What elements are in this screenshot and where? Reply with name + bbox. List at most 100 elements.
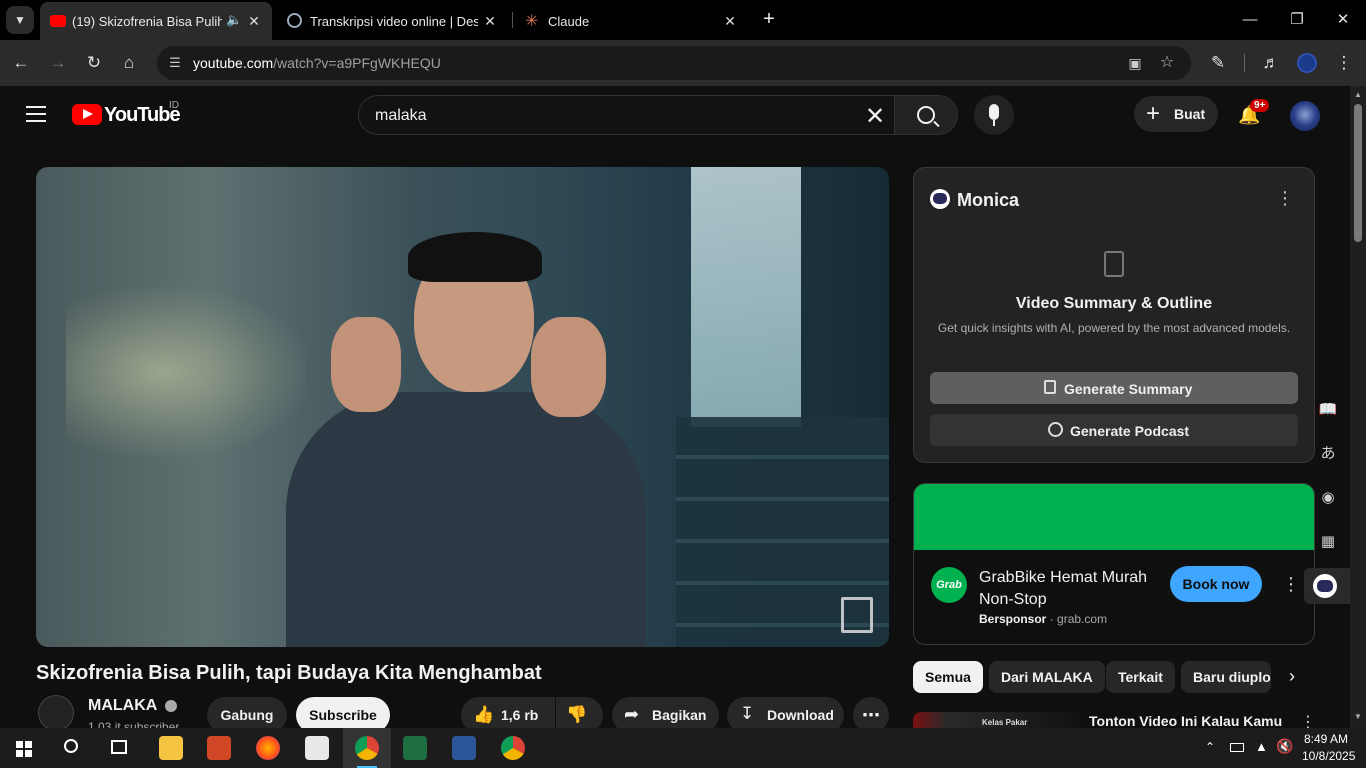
book-now-button[interactable]: Book now: [1170, 566, 1262, 602]
search-icon[interactable]: [64, 739, 78, 753]
ad-meta: Bersponsor · grab.com: [979, 612, 1107, 626]
tab-youtube[interactable]: (19) Skizofrenia Bisa Pulih, t 🔈 ✕: [40, 2, 272, 40]
page-scrollbar[interactable]: ▲ ▼: [1350, 86, 1366, 728]
new-tab-button[interactable]: +: [758, 8, 780, 30]
clear-search-icon[interactable]: ✕: [865, 102, 885, 131]
chip-related[interactable]: Terkait: [1106, 661, 1175, 693]
book-now-label: Book now: [1182, 576, 1250, 592]
sponsored-ad-card[interactable]: Grab GrabBike Hemat Murah Non-Stop Bersp…: [913, 483, 1315, 645]
file-explorer-icon[interactable]: [159, 736, 183, 760]
chip-all[interactable]: Semua: [913, 661, 983, 693]
scroll-down-arrow[interactable]: ▼: [1354, 712, 1362, 721]
url-path: /watch?v=a9PFgWKHEQU: [273, 55, 441, 71]
toolbar-divider: [1244, 54, 1245, 72]
back-icon[interactable]: ←: [10, 52, 32, 74]
more-vertical-icon[interactable]: ⋮: [1300, 712, 1316, 728]
address-bar[interactable]: ☰ youtube.com/watch?v=a9PFgWKHEQU ▣ ☆: [157, 46, 1191, 80]
reload-icon[interactable]: ↻: [83, 52, 105, 74]
window-close-icon[interactable]: ✕: [1333, 10, 1353, 30]
summary-description: Get quick insights with AI, powered by t…: [937, 321, 1291, 335]
document-icon: [1104, 251, 1124, 277]
notifications-button[interactable]: 🔔 9+: [1234, 99, 1270, 128]
generate-podcast-label: Generate Podcast: [1070, 423, 1190, 439]
forward-icon[interactable]: →: [47, 52, 69, 74]
generate-podcast-button[interactable]: Generate Podcast: [930, 414, 1298, 446]
tab-search-button[interactable]: ▼: [6, 6, 34, 34]
clock-time[interactable]: 8:49 AM: [1304, 732, 1348, 746]
chips-next-icon[interactable]: ›: [1282, 666, 1302, 690]
extensions-icon[interactable]: ✎: [1207, 52, 1229, 74]
task-view-icon[interactable]: [111, 740, 127, 754]
translate-icon[interactable]: あ: [1314, 440, 1342, 468]
chrome-profile-icon[interactable]: [501, 736, 525, 760]
share-icon: ➦: [624, 704, 640, 724]
search-button[interactable]: [894, 95, 958, 135]
windows-start-icon[interactable]: [16, 741, 32, 757]
channel-watermark-icon: [841, 597, 873, 633]
search-box[interactable]: malaka ✕: [358, 95, 894, 135]
word-icon[interactable]: [452, 736, 476, 760]
tab-transkripsi[interactable]: Transkripsi video online | Desgr ✕: [278, 2, 508, 40]
podcast-side-icon[interactable]: ◉: [1314, 484, 1342, 512]
close-icon[interactable]: ✕: [722, 13, 738, 29]
hamburger-menu-icon[interactable]: [26, 106, 46, 122]
media-control-icon[interactable]: ♬: [1260, 52, 1282, 74]
apps-icon[interactable]: ▦: [1314, 528, 1342, 556]
search-input[interactable]: malaka: [375, 107, 427, 125]
install-app-icon[interactable]: ▣: [1125, 53, 1145, 73]
generate-summary-label: Generate Summary: [1064, 381, 1193, 397]
tab-title: (19) Skizofrenia Bisa Pulih, t: [72, 14, 222, 29]
book-icon[interactable]: 📖: [1314, 396, 1342, 424]
minimize-icon[interactable]: —: [1240, 10, 1260, 30]
show-hidden-icons-icon[interactable]: ⌃: [1205, 740, 1215, 754]
ad-headline-line2: Non-Stop: [979, 591, 1047, 608]
scroll-up-arrow[interactable]: ▲: [1354, 90, 1362, 99]
download-icon: ↧: [740, 704, 755, 723]
chip-recently-uploaded[interactable]: Baru diuplo: [1181, 661, 1271, 693]
clock-date[interactable]: 10/8/2025: [1302, 749, 1355, 763]
grab-logo-text: Grab: [936, 579, 962, 591]
create-label: Buat: [1174, 106, 1206, 122]
recommendation-thumbnail[interactable]: Kelas Pakar: [913, 712, 1081, 728]
sponsored-label: Bersponsor: [979, 612, 1047, 626]
excel-icon[interactable]: [403, 736, 427, 760]
wifi-icon[interactable]: ▲: [1255, 739, 1268, 754]
close-icon[interactable]: ✕: [482, 13, 498, 29]
more-vertical-icon[interactable]: ⋮: [1282, 574, 1300, 595]
restore-icon[interactable]: ❐: [1287, 10, 1307, 30]
chip-from-channel[interactable]: Dari MALAKA: [989, 661, 1105, 693]
account-avatar[interactable]: [1290, 101, 1320, 131]
chrome-icon[interactable]: [355, 736, 379, 760]
close-icon[interactable]: ✕: [246, 13, 262, 29]
video-player[interactable]: [36, 167, 889, 647]
battery-icon[interactable]: [1230, 743, 1244, 752]
chevron-down-icon: ▼: [14, 13, 26, 27]
tab-claude[interactable]: ✳ Claude ✕: [516, 2, 748, 40]
bookmark-star-icon[interactable]: ☆: [1157, 53, 1177, 73]
speaker-muted-icon[interactable]: 🔇: [1276, 738, 1293, 755]
more-vertical-icon[interactable]: ⋮: [1276, 188, 1294, 209]
channel-name-text: MALAKA: [88, 697, 157, 714]
video-frame-person-hair: [408, 232, 542, 282]
ad-headline-line1: GrabBike Hemat Murah: [979, 569, 1148, 586]
create-button[interactable]: + Buat: [1134, 96, 1218, 132]
generate-summary-button[interactable]: Generate Summary: [930, 372, 1298, 404]
home-icon[interactable]: ⌂: [118, 52, 140, 74]
channel-name[interactable]: MALAKA: [88, 697, 178, 715]
microphone-stand: [993, 120, 995, 126]
channel-avatar[interactable]: [38, 695, 74, 731]
speaker-icon[interactable]: 🔈: [226, 12, 242, 28]
voice-search-button[interactable]: [974, 95, 1014, 135]
pinned-app-icon[interactable]: [305, 736, 329, 760]
scrollbar-thumb[interactable]: [1354, 104, 1362, 242]
share-label: Bagikan: [652, 707, 707, 723]
powerpoint-icon[interactable]: [207, 736, 231, 760]
browser-menu-icon[interactable]: ⋮: [1333, 52, 1355, 74]
site-info-icon[interactable]: ☰: [165, 53, 185, 73]
monica-assistant-button[interactable]: [1304, 568, 1350, 604]
recommendation-title[interactable]: Tonton Video Ini Kalau Kamu: [1089, 713, 1282, 728]
firefox-icon[interactable]: [256, 736, 280, 760]
subscriber-count: 1,03 jt subscriber: [88, 720, 180, 728]
profile-avatar[interactable]: [1297, 53, 1317, 73]
subscribe-label: Subscribe: [309, 707, 377, 723]
